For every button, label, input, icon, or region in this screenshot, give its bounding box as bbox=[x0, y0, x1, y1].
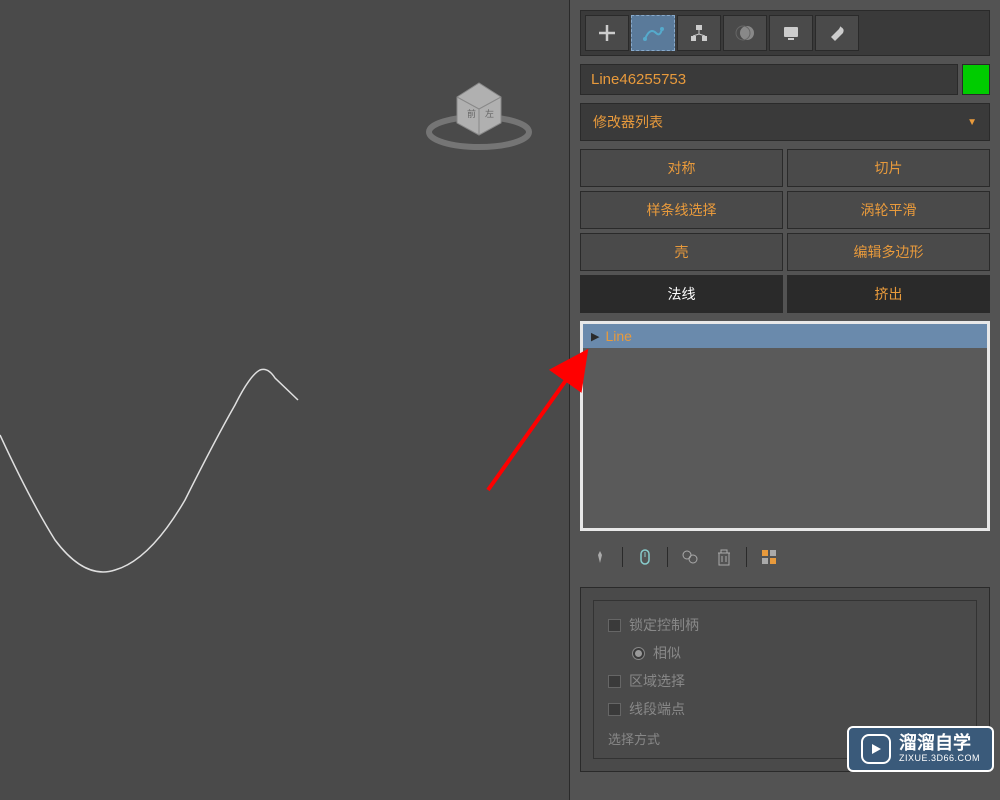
param-segment-end[interactable]: 线段端点 bbox=[608, 695, 962, 723]
show-result-icon[interactable] bbox=[633, 545, 657, 569]
object-color-swatch[interactable] bbox=[962, 64, 990, 95]
modifier-spline-select[interactable]: 样条线选择 bbox=[580, 191, 783, 229]
command-panel: 修改器列表 ▼ 对称 切片 样条线选择 涡轮平滑 壳 编辑多边形 法线 挤出 ▶… bbox=[570, 0, 1000, 800]
modifier-stack[interactable]: ▶ Line bbox=[580, 321, 990, 531]
modifier-extrude[interactable]: 挤出 bbox=[787, 275, 990, 313]
modifier-turbosmooth[interactable]: 涡轮平滑 bbox=[787, 191, 990, 229]
param-lock-handles[interactable]: 锁定控制柄 bbox=[608, 611, 962, 639]
stack-toolbar bbox=[580, 539, 990, 575]
svg-text:前: 前 bbox=[467, 108, 476, 119]
watermark: 溜溜自学 ZIXUE.3D66.COM bbox=[847, 726, 994, 772]
dropdown-label: 修改器列表 bbox=[593, 112, 663, 132]
radio-icon[interactable] bbox=[632, 647, 645, 660]
modifier-slice[interactable]: 切片 bbox=[787, 149, 990, 187]
viewport[interactable]: 前 左 bbox=[0, 0, 570, 800]
checkbox-icon[interactable] bbox=[608, 619, 621, 632]
checkbox-icon[interactable] bbox=[608, 703, 621, 716]
panel-tabs bbox=[580, 10, 990, 56]
stack-item-line[interactable]: ▶ Line bbox=[583, 324, 987, 348]
hierarchy-tab[interactable] bbox=[677, 15, 721, 51]
delete-icon[interactable] bbox=[712, 545, 736, 569]
create-tab[interactable] bbox=[585, 15, 629, 51]
modifier-shell[interactable]: 壳 bbox=[580, 233, 783, 271]
svg-text:左: 左 bbox=[485, 108, 494, 119]
modifier-symmetry[interactable]: 对称 bbox=[580, 149, 783, 187]
configure-icon[interactable] bbox=[757, 545, 781, 569]
modifier-normal[interactable]: 法线 bbox=[580, 275, 783, 313]
display-tab[interactable] bbox=[769, 15, 813, 51]
modifier-edit-poly[interactable]: 编辑多边形 bbox=[787, 233, 990, 271]
utilities-tab[interactable] bbox=[815, 15, 859, 51]
modifier-list-dropdown[interactable]: 修改器列表 ▼ bbox=[580, 103, 990, 141]
modifier-buttons: 对称 切片 样条线选择 涡轮平滑 壳 编辑多边形 法线 挤出 bbox=[580, 149, 990, 313]
watermark-subtitle: ZIXUE.3D66.COM bbox=[899, 754, 980, 764]
unique-icon[interactable] bbox=[678, 545, 702, 569]
viewcube[interactable]: 前 左 bbox=[419, 60, 539, 160]
motion-tab[interactable] bbox=[723, 15, 767, 51]
expand-icon[interactable]: ▶ bbox=[591, 330, 599, 343]
watermark-title: 溜溜自学 bbox=[899, 734, 980, 754]
chevron-down-icon: ▼ bbox=[967, 117, 977, 128]
object-name-input[interactable] bbox=[580, 64, 958, 95]
play-icon bbox=[861, 734, 891, 764]
param-region-select[interactable]: 区域选择 bbox=[608, 667, 962, 695]
modify-tab[interactable] bbox=[631, 15, 675, 51]
stack-item-label: Line bbox=[605, 328, 631, 344]
pin-icon[interactable] bbox=[588, 545, 612, 569]
param-similar[interactable]: 相似 bbox=[608, 639, 962, 667]
checkbox-icon[interactable] bbox=[608, 675, 621, 688]
